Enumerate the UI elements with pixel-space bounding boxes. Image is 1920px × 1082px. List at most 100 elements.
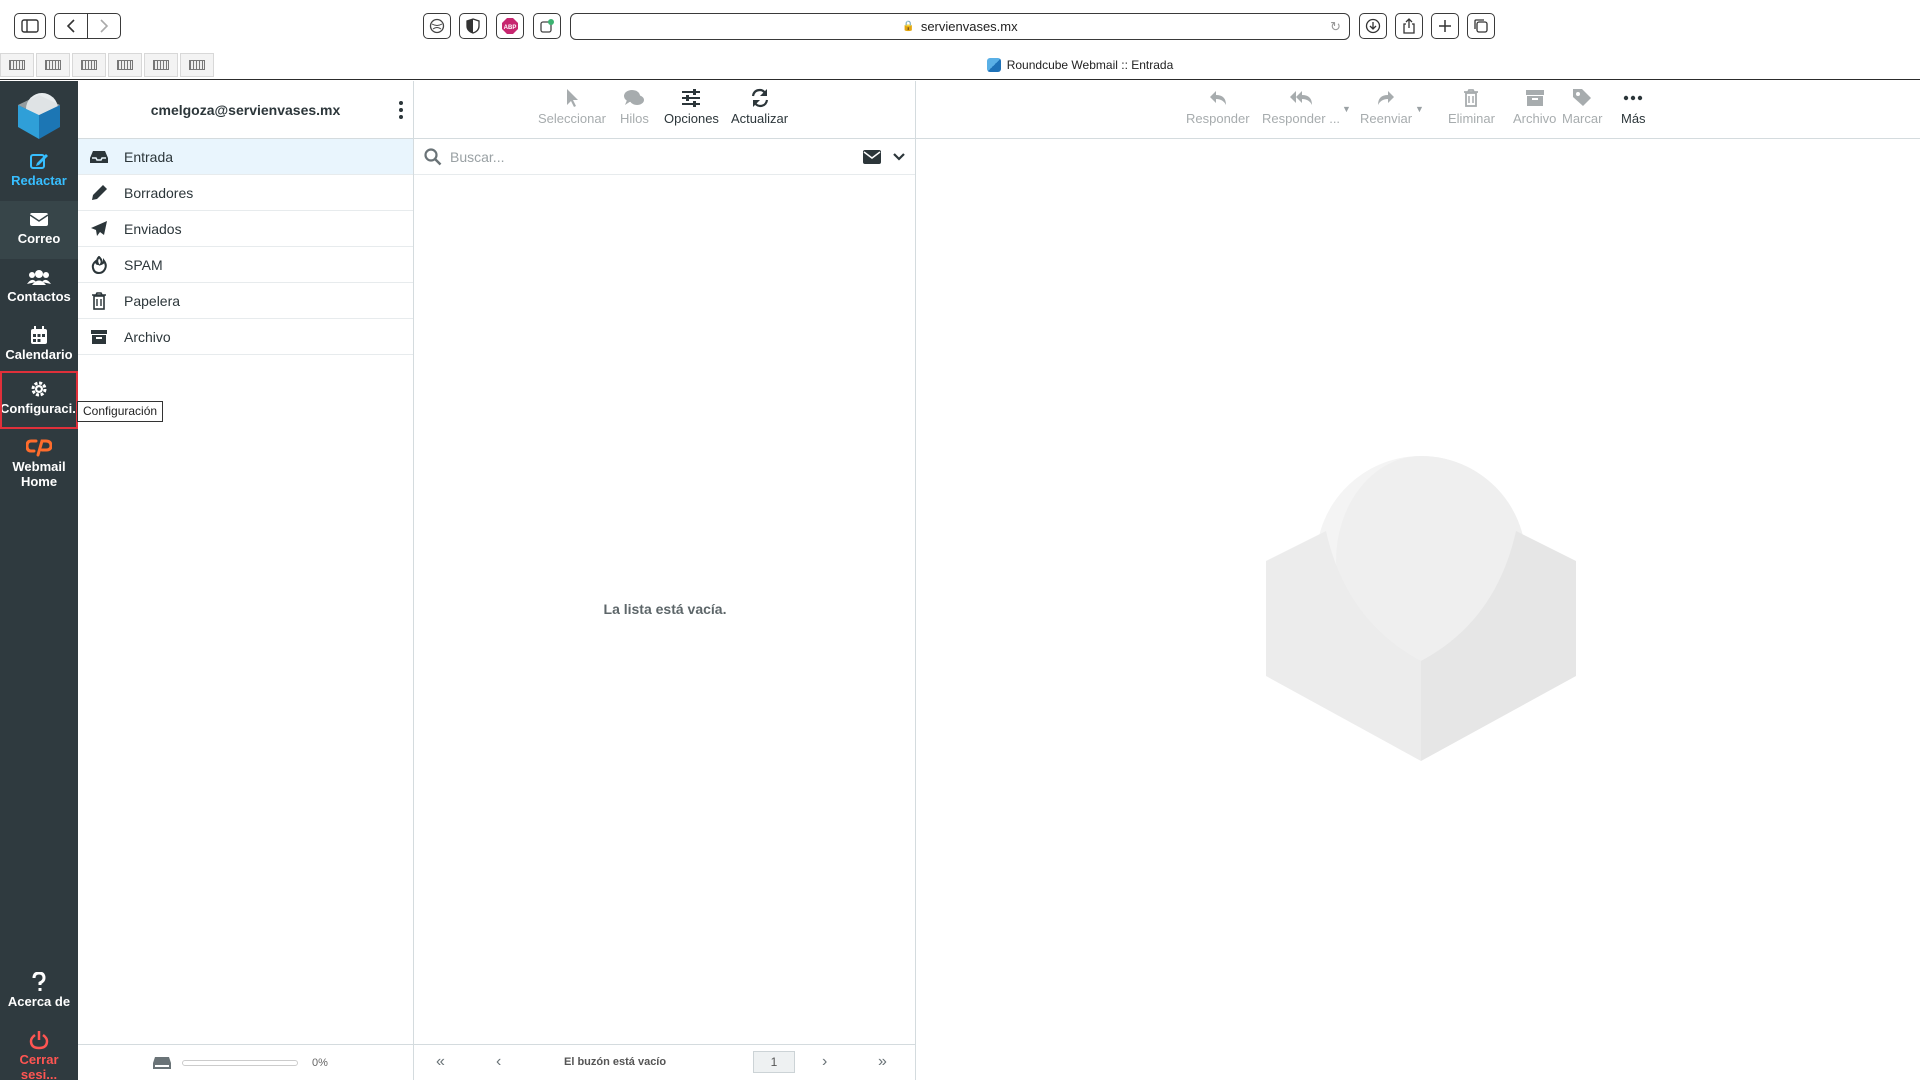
roundcube-logo: [18, 93, 60, 139]
extension-button-2[interactable]: [459, 13, 487, 39]
options-button[interactable]: Opciones: [664, 87, 719, 126]
tab-title[interactable]: Roundcube Webmail :: Entrada: [0, 58, 1920, 72]
main-navigation: Redactar Correo Contactos Calendario Con…: [0, 81, 83, 1082]
page-number-input[interactable]: 1: [753, 1051, 795, 1073]
forward-dropdown-icon[interactable]: ▼: [1415, 104, 1424, 114]
new-tab-button[interactable]: [1431, 13, 1459, 39]
chevron-down-icon[interactable]: [893, 153, 905, 161]
globe-icon: [429, 18, 445, 34]
nav-contacts-label: Contactos: [7, 289, 71, 304]
folder-label: Enviados: [124, 220, 182, 237]
downloads-button[interactable]: [1359, 13, 1387, 39]
back-button[interactable]: [54, 13, 88, 39]
search-input[interactable]: [450, 148, 830, 165]
quota-text: 0%: [312, 1056, 328, 1069]
nav-contacts[interactable]: Contactos: [0, 259, 78, 317]
more-icon: [1624, 95, 1643, 101]
nav-compose[interactable]: Redactar: [0, 143, 78, 201]
nav-settings-label: Configuraci...: [0, 401, 84, 416]
paper-plane-icon: [91, 220, 107, 236]
first-page-icon[interactable]: «: [436, 1053, 445, 1071]
message-list-pane: Seleccionar Hilos Opciones Actualizar La…: [414, 81, 916, 1080]
next-page-icon[interactable]: ›: [822, 1053, 827, 1071]
folder-archive[interactable]: Archivo: [78, 319, 413, 355]
reply-label: Responder: [1186, 111, 1250, 126]
archive-label: Archivo: [1513, 111, 1557, 126]
tab-overview-button[interactable]: [1467, 13, 1495, 39]
folder-trash[interactable]: Papelera: [78, 283, 413, 319]
folder-spam[interactable]: SPAM: [78, 247, 413, 283]
reply-icon: [1209, 91, 1226, 105]
adblock-icon: ABP: [502, 18, 518, 34]
reload-icon[interactable]: ↻: [1330, 19, 1341, 35]
folder-drafts[interactable]: Borradores: [78, 175, 413, 211]
list-pagination: « ‹ El buzón está vacío 1 › »: [414, 1044, 916, 1080]
message-content-pane: Responder Responder ... ▼ Reenviar ▼ Eli…: [916, 81, 1920, 1080]
nav-calendar[interactable]: Calendario: [0, 317, 78, 375]
inbox-icon: [90, 150, 108, 163]
prev-page-icon[interactable]: ‹: [496, 1053, 501, 1071]
folder-pane: cmelgoza@servienvases.mx Entrada Borrado…: [78, 81, 414, 1080]
roundcube-favicon: [986, 58, 1001, 72]
nav-about[interactable]: Acerca de: [0, 964, 78, 1022]
svg-text:ABP: ABP: [504, 25, 517, 31]
forward-button[interactable]: [87, 13, 121, 39]
adblock-button[interactable]: ABP: [496, 13, 524, 39]
sidebar-toggle-button[interactable]: [14, 13, 46, 39]
folder-label: SPAM: [124, 256, 163, 273]
nav-logout[interactable]: Cerrar sesi...: [0, 1022, 78, 1082]
delete-button[interactable]: Eliminar: [1448, 87, 1495, 126]
reply-button[interactable]: Responder: [1186, 87, 1250, 126]
nav-mail-label: Correo: [17, 231, 61, 246]
mailbox-count: El buzón está vacío: [564, 1056, 667, 1068]
mark-label: Marcar: [1562, 111, 1603, 126]
select-button[interactable]: Seleccionar: [538, 87, 606, 126]
threads-button[interactable]: Hilos: [620, 87, 649, 126]
reply-all-button[interactable]: Responder ...: [1262, 87, 1340, 126]
tabs-icon: [1474, 19, 1488, 33]
reply-all-label: Responder ...: [1262, 111, 1341, 126]
last-page-icon[interactable]: »: [878, 1053, 887, 1071]
mark-button[interactable]: Marcar: [1562, 87, 1602, 126]
tab-title-text: Roundcube Webmail :: Entrada: [1006, 58, 1174, 72]
cursor-icon: [566, 89, 578, 107]
folder-label: Borradores: [124, 184, 194, 201]
folder-label: Papelera: [124, 292, 181, 309]
forward-message-button[interactable]: Reenviar: [1360, 87, 1412, 126]
extension-button-1[interactable]: [423, 13, 451, 39]
refresh-label: Actualizar: [731, 111, 789, 126]
contacts-icon: [27, 270, 51, 285]
compose-icon: [30, 154, 48, 169]
folder-inbox[interactable]: Entrada: [78, 139, 413, 175]
envelope-icon[interactable]: [863, 150, 881, 164]
settings-tooltip: Configuración: [77, 401, 164, 422]
reply-all-icon: [1290, 91, 1313, 105]
nav-logout-label: Cerrar sesi...: [19, 1052, 59, 1082]
share-button[interactable]: [1395, 13, 1423, 39]
nav-webmail-home[interactable]: Webmail Home: [0, 429, 78, 493]
archive-button[interactable]: Archivo: [1513, 87, 1556, 126]
more-button[interactable]: Más: [1621, 87, 1646, 126]
archive-icon: [91, 329, 107, 344]
search-icon: [424, 148, 442, 166]
address-bar[interactable]: 🔒 servienvases.mx ↻: [570, 13, 1350, 40]
folder-label: Archivo: [124, 328, 171, 345]
nav-settings[interactable]: Configuraci...: [0, 371, 83, 429]
extension-button-4[interactable]: [533, 13, 561, 39]
kebab-menu-icon[interactable]: [397, 99, 405, 121]
sliders-icon: [682, 89, 701, 107]
quota-display: 0%: [78, 1044, 414, 1080]
reply-all-dropdown-icon[interactable]: ▼: [1342, 104, 1351, 114]
folder-label: Entrada: [124, 148, 174, 165]
shield-icon: [466, 18, 480, 34]
nav-webmail-home-label: Webmail Home: [12, 459, 66, 489]
refresh-button[interactable]: Actualizar: [731, 87, 788, 126]
account-header: cmelgoza@servienvases.mx: [78, 81, 413, 139]
webmail-app: Redactar Correo Contactos Calendario Con…: [0, 81, 1920, 1082]
browser-toolbar: ABP 🔒 servienvases.mx ↻: [0, 0, 1920, 50]
refresh-icon: [751, 88, 768, 108]
nav-mail[interactable]: Correo: [0, 201, 78, 259]
archive-icon: [1525, 90, 1544, 106]
folder-sent[interactable]: Enviados: [78, 211, 413, 247]
tag-icon: [1573, 89, 1592, 106]
